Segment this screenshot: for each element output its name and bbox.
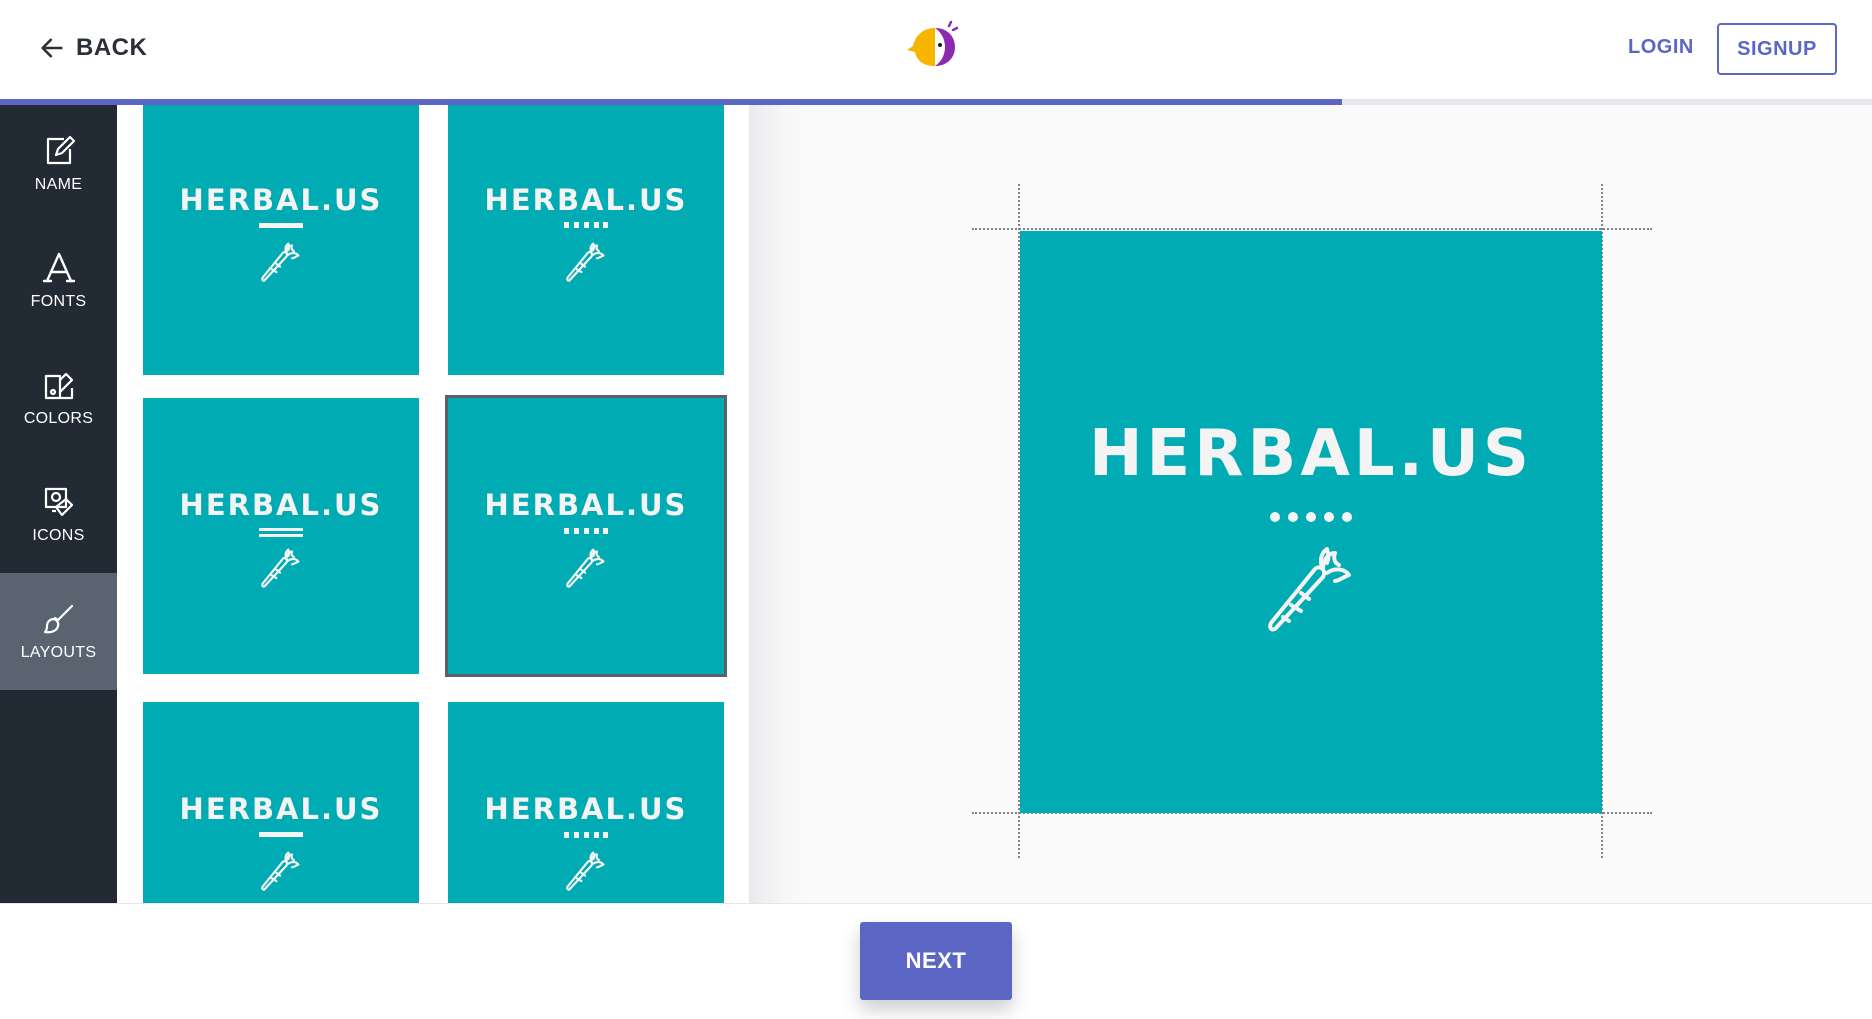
next-button[interactable]: NEXT bbox=[860, 922, 1012, 1000]
layout-grid: HERBAL.US HERBAL.US HERBAL.US HERBAL.US … bbox=[117, 105, 749, 903]
carrot-icon bbox=[566, 242, 605, 282]
sidebar-item-label: LAYOUTS bbox=[20, 643, 97, 661]
layout-tile[interactable]: HERBAL.US bbox=[143, 105, 419, 375]
brush-icon bbox=[43, 604, 73, 633]
carrot-icon bbox=[261, 548, 300, 588]
carrot-icon bbox=[261, 242, 300, 282]
crop-guide-top bbox=[972, 228, 1652, 230]
panel-divider-shadow bbox=[749, 105, 805, 903]
sidebar-item-label: FONTS bbox=[30, 292, 87, 310]
login-link[interactable]: LOGIN bbox=[1628, 36, 1694, 59]
layout-tile[interactable]: HERBAL.US bbox=[448, 105, 724, 375]
divider-dots-icon bbox=[564, 222, 608, 228]
sidebar-item-label: COLORS bbox=[23, 409, 94, 427]
sidebar-item-layouts[interactable]: LAYOUTS bbox=[0, 573, 117, 690]
tile-brand-text: HERBAL.US bbox=[484, 183, 688, 217]
divider-line-icon bbox=[259, 223, 303, 228]
divider-line-icon bbox=[259, 832, 303, 837]
logo-preview-canvas: HERBAL.US bbox=[1020, 231, 1602, 813]
divider-dots-icon bbox=[564, 528, 608, 534]
signup-button[interactable]: SIGNUP bbox=[1717, 23, 1837, 75]
carrot-icon bbox=[566, 851, 605, 891]
tile-brand-text: HERBAL.US bbox=[179, 183, 383, 217]
shapes-icon bbox=[44, 487, 73, 516]
sidebar-item-name[interactable]: NAME bbox=[0, 105, 117, 222]
layout-tile[interactable]: HERBAL.US bbox=[143, 398, 419, 674]
tile-brand-text: HERBAL.US bbox=[179, 488, 383, 522]
sidebar-item-fonts[interactable]: FONTS bbox=[0, 222, 117, 339]
edit-icon bbox=[46, 135, 75, 164]
sidebar-item-label: ICONS bbox=[32, 526, 85, 544]
sidebar-item-label: NAME bbox=[34, 175, 83, 193]
back-button[interactable]: BACK bbox=[38, 34, 147, 62]
parrot-logo-icon[interactable] bbox=[905, 20, 961, 72]
layout-tile-selected[interactable]: HERBAL.US bbox=[445, 395, 727, 677]
divider-dots-icon bbox=[1270, 512, 1352, 522]
font-icon bbox=[42, 252, 75, 282]
palette-icon bbox=[44, 372, 73, 399]
top-bar: BACK LOGIN SIGNUP bbox=[0, 0, 1872, 100]
divider-double-line-icon bbox=[259, 528, 303, 537]
tile-brand-text: HERBAL.US bbox=[179, 792, 383, 826]
divider-dots-icon bbox=[564, 832, 608, 838]
layout-tile[interactable]: HERBAL.US bbox=[448, 702, 724, 903]
tile-brand-text: HERBAL.US bbox=[484, 792, 688, 826]
preview-brand-text: HERBAL.US bbox=[1088, 417, 1534, 491]
layout-tile[interactable]: HERBAL.US bbox=[143, 702, 419, 903]
carrot-icon bbox=[261, 851, 300, 891]
sidebar: NAME FONTS COLORS ICONS LAYOUTS bbox=[0, 105, 117, 903]
sidebar-item-icons[interactable]: ICONS bbox=[0, 456, 117, 573]
sidebar-item-colors[interactable]: COLORS bbox=[0, 339, 117, 456]
carrot-icon bbox=[566, 548, 605, 588]
arrow-left-icon bbox=[41, 38, 63, 58]
tile-brand-text: HERBAL.US bbox=[484, 488, 688, 522]
back-label: BACK bbox=[76, 34, 148, 61]
carrot-icon bbox=[1268, 547, 1351, 632]
